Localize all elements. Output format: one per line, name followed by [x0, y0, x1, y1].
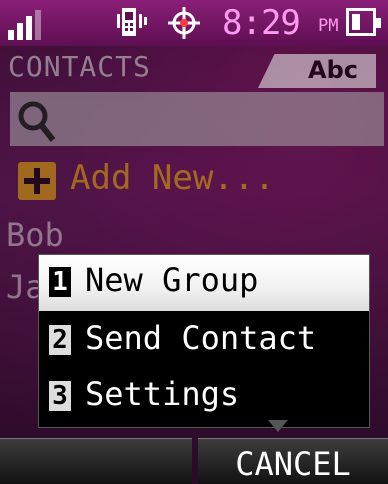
page-title: CONTACTS [8, 50, 151, 83]
menu-item-number: 2 [49, 325, 71, 355]
menu-item-label: New Group [85, 261, 259, 299]
clock-time: 8:29 [222, 3, 301, 43]
add-new-contact[interactable]: Add New... [10, 158, 380, 204]
menu-pointer [268, 420, 288, 432]
cancel-label: CANCEL [235, 445, 351, 483]
menu-item-label: Send Contact [85, 319, 317, 357]
menu-item-number: 3 [49, 381, 71, 411]
clock-ampm: PM [318, 16, 339, 36]
cancel-softkey[interactable]: CANCEL [198, 438, 388, 484]
options-menu: 1 New Group 2 Send Contact 3 Settings [38, 254, 370, 428]
contacts-header: CONTACTS Abc [0, 46, 388, 88]
menu-item-send-contact[interactable]: 2 Send Contact [39, 313, 369, 369]
softkey-bar: CANCEL [0, 438, 388, 484]
gps-icon [168, 7, 200, 39]
add-new-label: Add New... [70, 158, 275, 198]
tab-abc[interactable]: Abc [258, 54, 376, 88]
contact-list-item[interactable]: Bob [6, 216, 64, 254]
tab-abc-label: Abc [308, 56, 358, 84]
menu-item-new-group[interactable]: 1 New Group [39, 255, 369, 311]
left-softkey[interactable] [0, 438, 192, 484]
menu-item-number: 1 [49, 267, 71, 297]
search-icon [18, 101, 56, 142]
phone-screen: 8:29 PM CONTACTS Abc Add New... Bob Ja 1… [0, 0, 388, 484]
vibrate-icon [117, 8, 147, 36]
battery-icon [346, 8, 381, 36]
status-bar: 8:29 PM [0, 0, 388, 46]
menu-item-settings[interactable]: 3 Settings [39, 369, 369, 425]
search-input[interactable] [10, 92, 384, 146]
menu-item-label: Settings [85, 375, 240, 413]
plus-icon [18, 162, 56, 200]
